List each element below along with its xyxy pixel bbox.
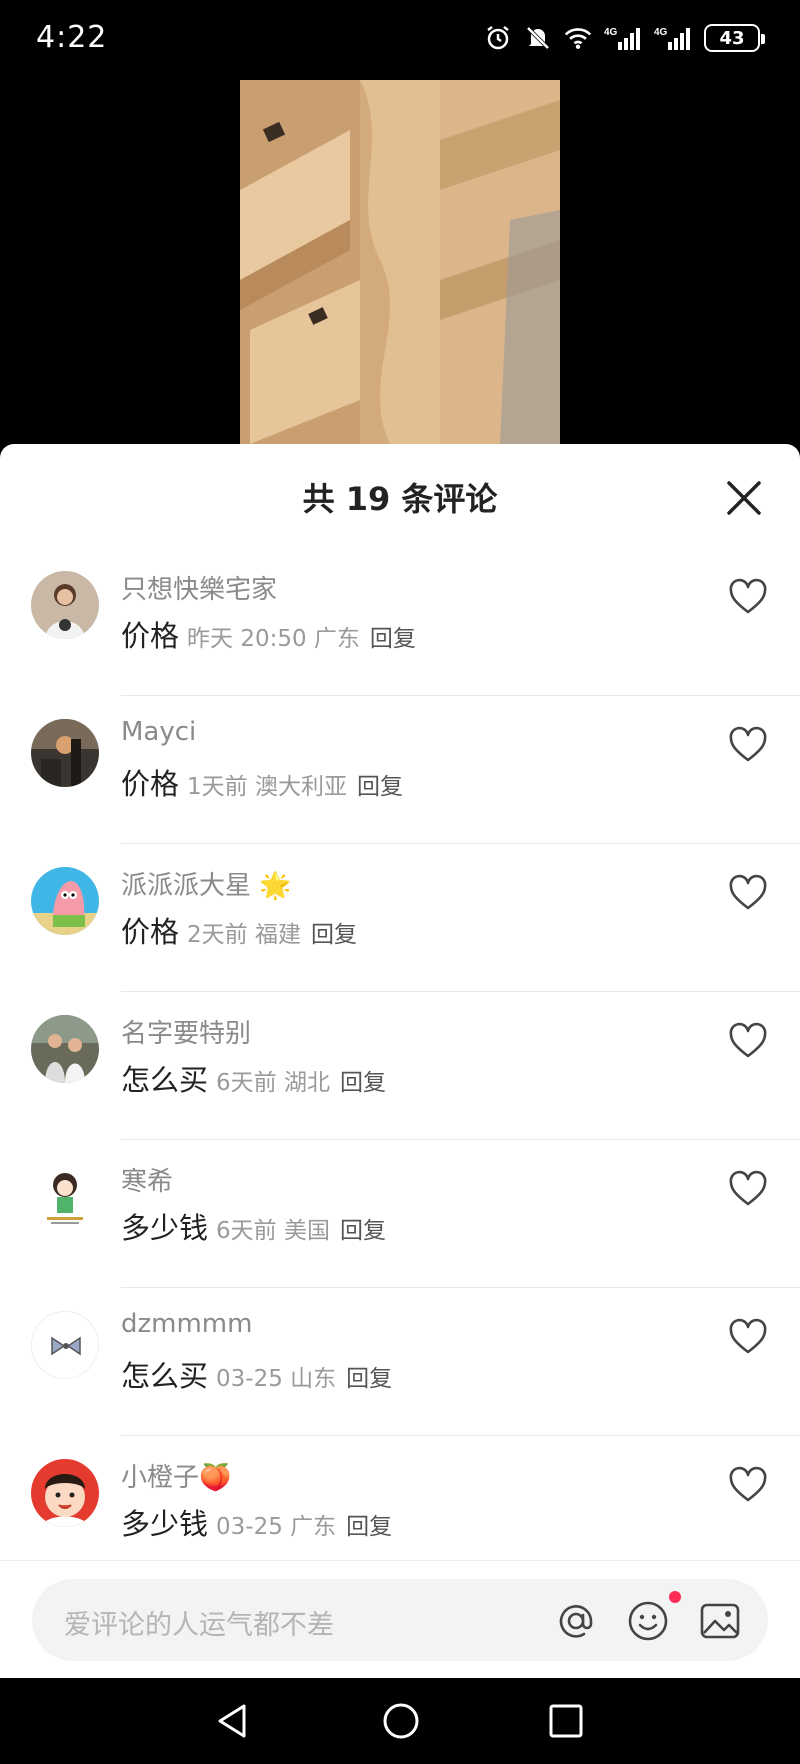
like-button[interactable] — [728, 726, 768, 766]
svg-text:4G: 4G — [604, 27, 618, 38]
image-icon[interactable] — [698, 1599, 742, 1643]
alarm-icon — [484, 24, 512, 52]
status-icons: 4G 4G 43 — [484, 24, 765, 52]
comment-meta: 昨天 20:50 广东 — [187, 626, 360, 652]
comment-input[interactable]: 爱评论的人运气都不差 — [32, 1579, 768, 1661]
comment-item: 派派派大星 🌟 价格 2天前 福建 回复 — [0, 844, 800, 992]
comment-item: dzmmmm 怎么买 03-25 山东 回复 — [0, 1288, 800, 1436]
like-button[interactable] — [728, 874, 768, 914]
peach-emoji: 🍑 — [199, 1463, 232, 1493]
comment-meta: 2天前 福建 — [187, 922, 301, 948]
comment-item: 小橙子🍑 多少钱 03-25 广东 回复 — [0, 1436, 800, 1554]
comment-meta: 03-25 山东 — [216, 1366, 337, 1392]
username[interactable]: 只想快樂宅家 — [121, 569, 277, 606]
panel-title: 共 19 条评论 — [302, 480, 498, 518]
comment-meta: 1天前 澳大利亚 — [187, 774, 347, 800]
avatar[interactable] — [31, 719, 99, 787]
heart-icon[interactable] — [728, 578, 768, 618]
comment-item: 只想快樂宅家 价格 昨天 20:50 广东 回复 — [0, 548, 800, 696]
recents-icon[interactable] — [545, 1700, 587, 1742]
like-button[interactable] — [728, 1318, 768, 1358]
comment-text: 怎么买 — [121, 1063, 209, 1097]
reply-button[interactable]: 回复 — [311, 915, 357, 949]
close-button[interactable] — [724, 478, 764, 518]
comment-input-bar: 爱评论的人运气都不差 — [0, 1560, 800, 1678]
avatar[interactable] — [31, 1311, 99, 1379]
panel-header: 共 19 条评论 — [0, 444, 800, 548]
status-time: 4:22 — [36, 20, 108, 55]
username[interactable]: dzmmmm — [121, 1309, 252, 1339]
username[interactable]: 派派派大星 🌟 — [121, 865, 292, 902]
comment-content: 怎么买 6天前 湖北 回复 — [121, 1057, 386, 1099]
username[interactable]: 小橙子🍑 — [121, 1457, 231, 1494]
heart-icon[interactable] — [728, 726, 768, 766]
comment-text: 价格 — [121, 767, 180, 801]
at-icon[interactable] — [554, 1599, 598, 1643]
system-nav-bar — [0, 1678, 800, 1764]
comment-text: 怎么买 — [121, 1359, 209, 1393]
heart-icon[interactable] — [728, 1466, 768, 1506]
notification-dot — [669, 1591, 681, 1603]
username[interactable]: Mayci — [121, 717, 196, 747]
heart-icon[interactable] — [728, 1318, 768, 1358]
comment-meta: 6天前 湖北 — [216, 1070, 330, 1096]
reply-button[interactable]: 回复 — [346, 1507, 392, 1541]
back-icon[interactable] — [212, 1700, 254, 1742]
reply-button[interactable]: 回复 — [346, 1359, 392, 1393]
comment-text: 价格 — [121, 915, 180, 949]
comment-text: 价格 — [121, 619, 180, 653]
reply-button[interactable]: 回复 — [340, 1063, 386, 1097]
comment-text: 多少钱 — [121, 1507, 209, 1541]
sparkle-emoji: 🌟 — [259, 871, 292, 901]
comment-content: 价格 2天前 福建 回复 — [121, 909, 357, 951]
like-button[interactable] — [728, 1466, 768, 1506]
avatar[interactable] — [31, 1459, 99, 1527]
avatar[interactable] — [31, 1015, 99, 1083]
video-area[interactable] — [0, 80, 800, 444]
comments-panel: 共 19 条评论 只想快樂宅家 价格 昨天 20:50 广东 回复 Mayci … — [0, 444, 800, 1678]
status-bar: 4:22 4G 4G 43 — [0, 0, 800, 80]
reply-button[interactable]: 回复 — [340, 1211, 386, 1245]
home-icon[interactable] — [380, 1700, 422, 1742]
comment-meta: 6天前 美国 — [216, 1218, 330, 1244]
comment-item: 名字要特别 怎么买 6天前 湖北 回复 — [0, 992, 800, 1140]
username-text: 小橙子 — [121, 1463, 200, 1493]
heart-icon[interactable] — [728, 874, 768, 914]
heart-icon[interactable] — [728, 1170, 768, 1210]
username-text: 派派派大星 — [121, 871, 252, 901]
comment-item: 寒希 多少钱 6天前 美国 回复 — [0, 1140, 800, 1288]
reply-button[interactable]: 回复 — [370, 619, 416, 653]
comment-content: 多少钱 6天前 美国 回复 — [121, 1205, 386, 1247]
comment-content: 价格 1天前 澳大利亚 回复 — [121, 761, 403, 803]
wifi-icon — [564, 24, 592, 52]
heart-icon[interactable] — [728, 1022, 768, 1062]
comment-content: 多少钱 03-25 广东 回复 — [121, 1501, 392, 1543]
comment-content: 价格 昨天 20:50 广东 回复 — [121, 613, 416, 655]
video-thumbnail[interactable] — [240, 80, 560, 444]
emoji-icon[interactable] — [626, 1599, 670, 1643]
like-button[interactable] — [728, 1170, 768, 1210]
avatar[interactable] — [31, 1163, 99, 1231]
comment-content: 怎么买 03-25 山东 回复 — [121, 1353, 392, 1395]
like-button[interactable] — [728, 1022, 768, 1062]
signal-4g-icon: 4G — [604, 24, 642, 52]
username[interactable]: 名字要特别 — [121, 1013, 251, 1050]
avatar[interactable] — [31, 867, 99, 935]
avatar[interactable] — [31, 571, 99, 639]
username[interactable]: 寒希 — [121, 1161, 173, 1198]
battery-indicator: 43 — [704, 24, 765, 52]
signal-4g-icon: 4G — [654, 24, 692, 52]
comment-meta: 03-25 广东 — [216, 1514, 337, 1540]
comment-list[interactable]: 只想快樂宅家 价格 昨天 20:50 广东 回复 Mayci 价格 1天前 澳大… — [0, 548, 800, 1554]
mute-icon — [524, 24, 552, 52]
comment-text: 多少钱 — [121, 1211, 209, 1245]
input-placeholder: 爱评论的人运气都不差 — [64, 1610, 334, 1641]
like-button[interactable] — [728, 578, 768, 618]
reply-button[interactable]: 回复 — [357, 767, 403, 801]
comment-item: Mayci 价格 1天前 澳大利亚 回复 — [0, 696, 800, 844]
svg-text:4G: 4G — [654, 27, 668, 38]
close-icon[interactable] — [724, 478, 764, 518]
